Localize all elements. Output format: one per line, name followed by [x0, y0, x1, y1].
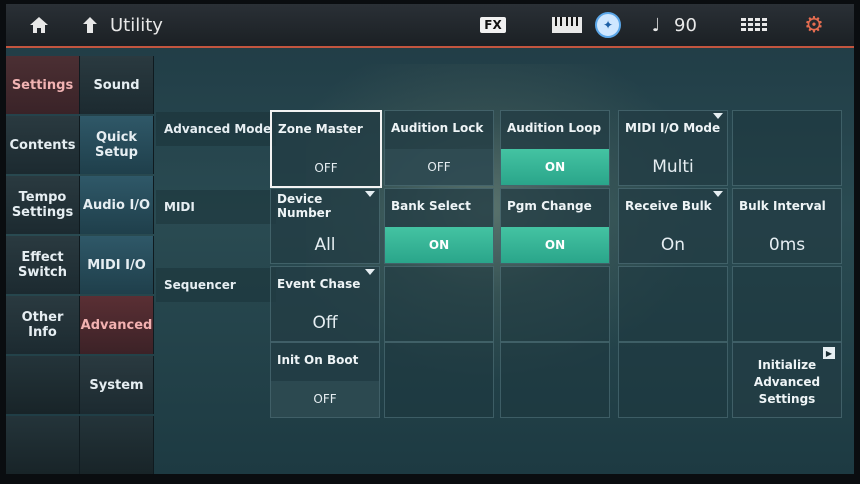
pgm-change-cell[interactable]: Pgm Change ON: [500, 188, 610, 264]
fx-icon[interactable]: FX: [476, 4, 510, 46]
audition-loop-cell[interactable]: Audition Loop ON: [500, 110, 610, 186]
dropdown-triangle-icon: [365, 269, 375, 275]
row-label-advanced-mode: Advanced Mode: [156, 112, 276, 146]
subtab-system[interactable]: System: [80, 356, 154, 414]
subtab-advanced[interactable]: Advanced: [80, 296, 154, 354]
dropdown-triangle-icon: [713, 113, 723, 119]
home-icon[interactable]: [22, 4, 56, 46]
audition-lock-label: Audition Lock: [391, 121, 484, 135]
empty-cell: [500, 342, 610, 418]
midi-io-mode-value[interactable]: Multi: [619, 149, 727, 185]
bulk-interval-cell[interactable]: Bulk Interval 0ms: [732, 188, 842, 264]
empty-cell: [618, 342, 728, 418]
zone-master-cell[interactable]: Zone Master OFF: [270, 110, 382, 188]
keyboard-icon[interactable]: [550, 4, 584, 46]
bulk-interval-label: Bulk Interval: [739, 199, 826, 213]
dropdown-triangle-icon: [713, 191, 723, 197]
yamaha-dot: ✦: [595, 12, 621, 38]
receive-bulk-label: Receive Bulk: [619, 189, 727, 223]
back-arrow-icon[interactable]: [76, 4, 104, 46]
pgm-change-value[interactable]: ON: [501, 227, 609, 263]
receive-bulk-value[interactable]: On: [619, 227, 727, 263]
tab-empty: [6, 416, 80, 474]
bank-select-cell[interactable]: Bank Select ON: [384, 188, 494, 264]
tab-effect-switch[interactable]: Effect Switch: [6, 236, 80, 294]
subtab-audio-io[interactable]: Audio I/O: [80, 176, 154, 234]
initialize-advanced-settings-button[interactable]: ▶ Initialize Advanced Settings: [732, 342, 842, 418]
top-bar: Utility FX ✦ ♩ 90 ⚙: [6, 4, 854, 48]
bulk-interval-value[interactable]: 0ms: [733, 227, 841, 263]
audition-lock-cell[interactable]: Audition Lock OFF: [384, 110, 494, 186]
subtab-empty: [80, 416, 154, 474]
zone-master-label: Zone Master: [278, 122, 363, 136]
quarter-note-icon: ♩: [651, 14, 661, 36]
initialize-label: Initialize Advanced Settings: [753, 358, 821, 406]
row-label-sequencer: Sequencer: [156, 268, 276, 302]
receive-bulk-text: Receive Bulk: [625, 199, 712, 213]
zone-master-value[interactable]: OFF: [272, 150, 380, 186]
init-on-boot-cell[interactable]: Init On Boot OFF: [270, 342, 380, 418]
grid-icon[interactable]: [734, 4, 774, 46]
gear-icon[interactable]: ⚙: [798, 4, 830, 46]
tab-empty: [6, 356, 80, 414]
event-chase-value[interactable]: Off: [271, 305, 379, 341]
midi-io-mode-label: MIDI I/O Mode: [619, 111, 727, 145]
receive-bulk-cell[interactable]: Receive Bulk On: [618, 188, 728, 264]
empty-cell: [732, 110, 842, 186]
empty-cell: [384, 266, 494, 342]
init-on-boot-label: Init On Boot: [277, 353, 359, 367]
settings-subtabs: Sound Quick Setup Audio I/O MIDI I/O Adv…: [80, 56, 154, 474]
tempo-value[interactable]: 90: [674, 4, 697, 46]
pgm-change-label: Pgm Change: [507, 199, 592, 213]
device-number-text: Device Number: [277, 192, 331, 220]
empty-cell: [384, 342, 494, 418]
bank-select-value[interactable]: ON: [385, 227, 493, 263]
midi-io-mode-cell[interactable]: MIDI I/O Mode Multi: [618, 110, 728, 186]
subtab-quick-setup[interactable]: Quick Setup: [80, 116, 154, 174]
event-chase-label: Event Chase: [271, 267, 379, 301]
audition-lock-value[interactable]: OFF: [385, 149, 493, 185]
midi-io-mode-text: MIDI I/O Mode: [625, 121, 721, 135]
subtab-midi-io[interactable]: MIDI I/O: [80, 236, 154, 294]
yamaha-logo-icon[interactable]: ✦: [594, 4, 622, 46]
event-chase-cell[interactable]: Event Chase Off: [270, 266, 380, 342]
audition-loop-label: Audition Loop: [507, 121, 602, 135]
row-label-midi: MIDI: [156, 190, 276, 224]
empty-cell: [618, 266, 728, 342]
subtab-sound[interactable]: Sound: [80, 56, 154, 114]
device-number-cell[interactable]: Device Number All: [270, 188, 380, 264]
device-number-label: Device Number: [271, 189, 379, 223]
audition-loop-value[interactable]: ON: [501, 149, 609, 185]
category-tabs: Settings Contents Tempo Settings Effect …: [6, 56, 80, 474]
screen: Utility FX ✦ ♩ 90 ⚙ Settings Contents Te…: [6, 4, 854, 474]
fx-label: FX: [480, 17, 506, 33]
tab-contents[interactable]: Contents: [6, 116, 80, 174]
init-on-boot-value[interactable]: OFF: [271, 381, 379, 417]
tab-tempo-settings[interactable]: Tempo Settings: [6, 176, 80, 234]
empty-cell: [732, 266, 842, 342]
page-title: Utility: [110, 14, 163, 36]
dropdown-triangle-icon: [365, 191, 375, 197]
empty-cell: [500, 266, 610, 342]
event-chase-text: Event Chase: [277, 277, 361, 291]
tab-other-info[interactable]: Other Info: [6, 296, 80, 354]
bank-select-label: Bank Select: [391, 199, 471, 213]
device-number-value[interactable]: All: [271, 227, 379, 263]
tab-settings[interactable]: Settings: [6, 56, 80, 114]
